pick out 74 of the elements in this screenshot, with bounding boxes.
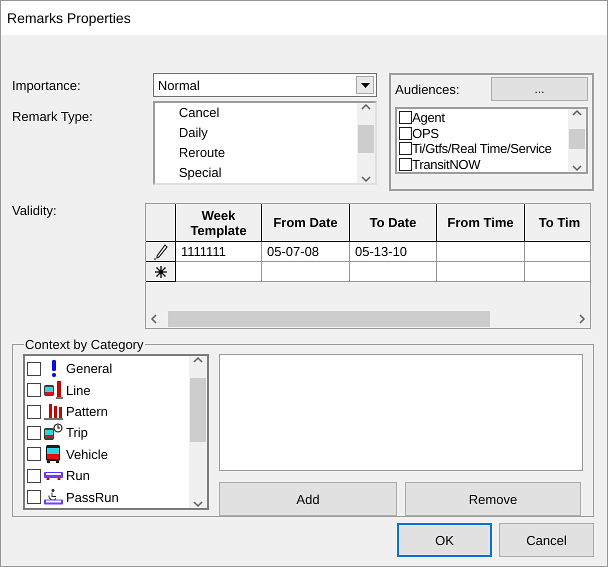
category-label: Run [66,468,90,484]
cancel-button[interactable]: Cancel [499,523,594,557]
table-cell[interactable] [176,262,262,282]
list-item[interactable]: Special [176,163,358,183]
list-item[interactable]: Daily [176,123,358,143]
checkbox[interactable] [27,383,41,398]
table-cell[interactable]: 05-07-08 [262,242,350,262]
minibus-icon [44,472,63,480]
importance-label: Importance: [12,78,82,93]
checkbox[interactable] [399,126,412,140]
table-cell[interactable] [525,242,590,262]
checkbox[interactable] [399,142,412,156]
column-header[interactable]: From Time [437,204,525,242]
train-icon [43,380,64,400]
column-header[interactable]: To Date [350,204,437,242]
list-item[interactable]: Cancel [176,103,358,123]
scroll-up-icon[interactable] [193,356,203,364]
scroll-left-icon[interactable] [150,314,158,324]
importance-dropdown[interactable]: Normal [152,73,378,97]
checkbox[interactable] [27,468,41,483]
category-label: Line [66,382,91,398]
scroll-up-icon[interactable] [572,109,582,117]
table-cell[interactable]: 1111111 [176,242,262,262]
checkbox[interactable] [27,362,41,376]
train-clock-icon [43,422,64,443]
poles-icon [43,402,64,422]
scrollbar[interactable] [357,103,376,183]
window-title: Remarks Properties [7,10,131,26]
category-label: Pattern [66,404,108,420]
checkbox[interactable] [399,111,412,124]
scrollbar[interactable] [568,109,586,172]
column-header[interactable]: Week Template [176,204,262,242]
exclamation-icon [52,360,56,378]
validity-label: Validity: [12,203,57,218]
table-cell[interactable] [437,242,525,262]
checkbox[interactable] [27,447,41,462]
row-header[interactable] [146,262,176,282]
checkbox[interactable] [27,404,41,419]
category-label: Trip [66,425,88,440]
table-cell[interactable] [525,262,590,282]
category-label: PassRun [66,490,119,505]
checkbox-label: OPS [412,126,439,141]
scroll-down-icon[interactable] [193,500,203,508]
wheelchair-bus-icon [44,489,63,505]
add-button[interactable]: Add [219,482,397,516]
table-cell[interactable] [262,262,350,282]
table-cell[interactable] [350,262,437,282]
scroll-right-icon[interactable] [578,314,586,324]
scroll-down-icon[interactable] [361,175,372,183]
category-label: General [66,361,112,376]
checkbox-label: Ti/Gtfs/Real Time/Service [412,141,552,156]
context-list[interactable] [219,354,583,471]
group-title: Context by Category [24,337,145,352]
remove-button[interactable]: Remove [405,482,581,516]
remark-type-label: Remark Type: [12,109,94,124]
browse-button[interactable]: ... [491,77,588,101]
checkbox[interactable] [27,426,41,440]
asterisk-icon [154,266,166,278]
list-item[interactable]: Reroute [176,143,358,163]
column-header[interactable]: From Date [262,204,350,242]
checkbox[interactable] [399,158,412,171]
scroll-down-icon[interactable] [572,164,582,172]
category-label: Vehicle [66,446,108,462]
checkbox-label: TransitNOW [412,156,480,172]
scroll-up-icon[interactable] [361,103,372,111]
checkbox[interactable] [27,490,41,504]
checkbox-label: Agent [412,110,445,126]
row-header[interactable] [146,242,176,262]
audiences-label: Audiences: [395,82,460,96]
ok-button[interactable]: OK [397,523,492,557]
table-cell[interactable] [437,262,525,282]
table-cell[interactable]: 05-13-10 [350,242,437,262]
scrollbar[interactable] [189,356,207,508]
pencil-icon [154,244,168,260]
